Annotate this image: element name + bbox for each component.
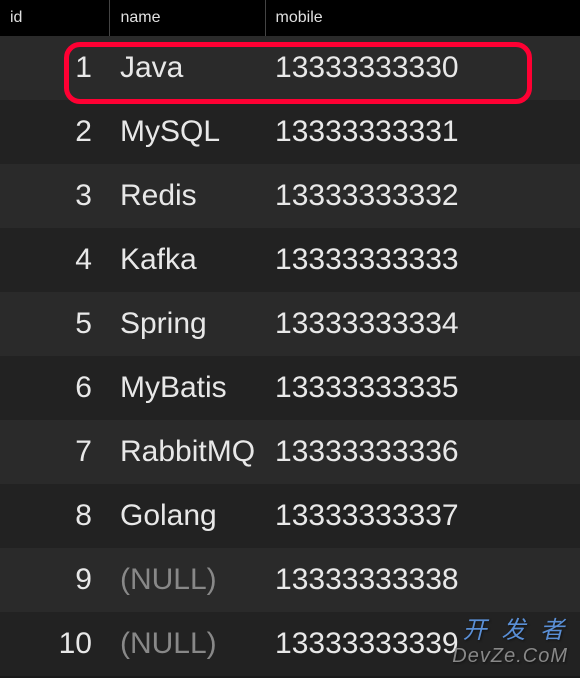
cell-name[interactable]: Kafka bbox=[110, 228, 265, 292]
column-header-name[interactable]: name bbox=[110, 0, 265, 36]
cell-name[interactable]: (NULL) bbox=[110, 612, 265, 676]
table-row[interactable]: 2MySQL13333333331 bbox=[0, 100, 580, 164]
cell-mobile[interactable]: 13333333337 bbox=[265, 484, 580, 548]
cell-id[interactable]: 4 bbox=[0, 228, 110, 292]
cell-id[interactable]: 3 bbox=[0, 164, 110, 228]
table-row[interactable]: 10(NULL)13333333339 bbox=[0, 612, 580, 676]
cell-id[interactable]: 7 bbox=[0, 420, 110, 484]
table-row[interactable]: 7RabbitMQ13333333336 bbox=[0, 420, 580, 484]
cell-id[interactable]: 6 bbox=[0, 356, 110, 420]
data-table: id name mobile 1Java133333333302MySQL133… bbox=[0, 0, 580, 676]
cell-id[interactable]: 5 bbox=[0, 292, 110, 356]
cell-mobile[interactable]: 13333333330 bbox=[265, 36, 580, 100]
table-row[interactable]: 1Java13333333330 bbox=[0, 36, 580, 100]
cell-mobile[interactable]: 13333333334 bbox=[265, 292, 580, 356]
cell-id[interactable]: 10 bbox=[0, 612, 110, 676]
cell-mobile[interactable]: 13333333333 bbox=[265, 228, 580, 292]
cell-mobile[interactable]: 13333333338 bbox=[265, 548, 580, 612]
cell-mobile[interactable]: 13333333335 bbox=[265, 356, 580, 420]
cell-name[interactable]: Redis bbox=[110, 164, 265, 228]
cell-name[interactable]: Java bbox=[110, 36, 265, 100]
table-row[interactable]: 3Redis13333333332 bbox=[0, 164, 580, 228]
cell-name[interactable]: Spring bbox=[110, 292, 265, 356]
table-header-row: id name mobile bbox=[0, 0, 580, 36]
cell-name[interactable]: MyBatis bbox=[110, 356, 265, 420]
cell-name[interactable]: Golang bbox=[110, 484, 265, 548]
cell-name[interactable]: MySQL bbox=[110, 100, 265, 164]
cell-id[interactable]: 1 bbox=[0, 36, 110, 100]
cell-id[interactable]: 9 bbox=[0, 548, 110, 612]
cell-mobile[interactable]: 13333333339 bbox=[265, 612, 580, 676]
table-row[interactable]: 8Golang13333333337 bbox=[0, 484, 580, 548]
cell-name[interactable]: RabbitMQ bbox=[110, 420, 265, 484]
table-row[interactable]: 9(NULL)13333333338 bbox=[0, 548, 580, 612]
table-row[interactable]: 5Spring13333333334 bbox=[0, 292, 580, 356]
cell-id[interactable]: 2 bbox=[0, 100, 110, 164]
column-header-mobile[interactable]: mobile bbox=[265, 0, 580, 36]
table-row[interactable]: 6MyBatis13333333335 bbox=[0, 356, 580, 420]
cell-mobile[interactable]: 13333333332 bbox=[265, 164, 580, 228]
cell-name[interactable]: (NULL) bbox=[110, 548, 265, 612]
table-row[interactable]: 4Kafka13333333333 bbox=[0, 228, 580, 292]
column-header-id[interactable]: id bbox=[0, 0, 110, 36]
cell-mobile[interactable]: 13333333331 bbox=[265, 100, 580, 164]
cell-id[interactable]: 8 bbox=[0, 484, 110, 548]
cell-mobile[interactable]: 13333333336 bbox=[265, 420, 580, 484]
